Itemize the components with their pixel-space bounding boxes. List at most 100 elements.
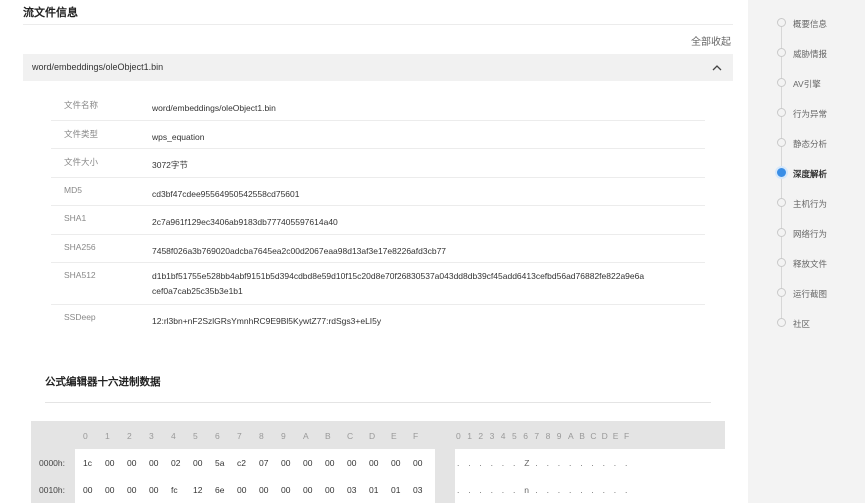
hex-byte: 00	[369, 458, 379, 468]
ascii-col-header: C	[590, 431, 597, 441]
ascii-char: .	[546, 458, 549, 468]
main-content: 流文件信息 全部收起 word/embeddings/oleObject1.bi…	[0, 0, 748, 503]
nav-item-label: AV引擎	[793, 79, 821, 89]
hex-byte: c2	[237, 458, 246, 468]
ascii-char: .	[501, 485, 505, 495]
hex-row-address: 0010h:	[39, 485, 65, 495]
ascii-col-header: F	[624, 431, 630, 441]
ascii-char: .	[457, 458, 460, 468]
hex-byte: 03	[347, 485, 357, 495]
ascii-char: .	[613, 485, 617, 495]
ascii-char: .	[546, 485, 549, 495]
ascii-col-header: E	[612, 431, 619, 441]
hex-row-address: 0000h:	[39, 458, 65, 468]
hex-col-header: 2	[127, 431, 132, 441]
hex-byte: 00	[149, 458, 159, 468]
info-row-md5: MD5 cd3bf47cdee95564950542558cd75601	[51, 178, 705, 206]
ascii-col-header: A	[568, 431, 574, 441]
nav-dot-icon	[777, 168, 786, 177]
hex-byte: 1c	[83, 458, 92, 468]
nav-item-1[interactable]: 威胁情报	[748, 46, 865, 60]
info-value: 12:rl3bn+nF2SzlGRsYmnhRC9E9Bl5KywtZ77:rd…	[152, 316, 382, 326]
ascii-char: .	[557, 458, 561, 468]
ascii-col-header: 6	[523, 431, 528, 441]
info-row-filename: 文件名称 word/embeddings/oleObject1.bin	[51, 92, 705, 121]
hex-byte: 00	[105, 458, 115, 468]
ascii-char: .	[468, 485, 471, 495]
info-value: wps_equation	[152, 131, 205, 142]
ascii-char: .	[580, 458, 583, 468]
info-key: 文件类型	[64, 128, 99, 139]
nav-dot-icon	[777, 48, 786, 57]
ascii-col-header: 2	[478, 431, 484, 441]
nav-item-6[interactable]: 主机行为	[748, 196, 865, 210]
info-key: SSDeep	[64, 312, 96, 322]
hex-byte: 00	[259, 485, 269, 495]
ascii-char: .	[569, 458, 572, 468]
nav-dot-icon	[777, 138, 786, 147]
info-row-ssdeep: SSDeep 12:rl3bn+nF2SzlGRsYmnhRC9E9Bl5Kyw…	[51, 305, 705, 334]
nav-item-label: 威胁情报	[793, 49, 828, 59]
nav-item-label: 社区	[793, 319, 811, 329]
nav-item-2[interactable]: AV引擎	[748, 76, 865, 90]
nav-dot-icon	[777, 318, 786, 327]
nav-item-4[interactable]: 静态分析	[748, 136, 865, 150]
info-row-sha512: SHA512 d1b1bf51755e528bb4abf9151b5d394cd…	[51, 263, 705, 305]
hex-byte: 00	[105, 485, 115, 495]
ascii-char: .	[468, 458, 471, 468]
nav-dot-icon	[777, 258, 786, 267]
info-key: 文件大小	[64, 157, 99, 167]
nav-item-9[interactable]: 运行截图	[748, 286, 865, 300]
ascii-col-header: 7	[534, 431, 540, 441]
hex-byte: 00	[325, 485, 335, 495]
collapse-all-link[interactable]: 全部收起	[691, 33, 731, 48]
hex-byte: 00	[325, 458, 335, 468]
ascii-col-header: 4	[500, 431, 506, 441]
ascii-char: .	[457, 485, 460, 495]
hex-byte: 00	[83, 485, 93, 495]
hex-col-header: 8	[259, 431, 264, 441]
hex-col-header: D	[369, 431, 376, 441]
hex-col-header: B	[325, 431, 331, 441]
nav-item-label: 静态分析	[793, 139, 828, 149]
info-key: MD5	[64, 184, 82, 195]
info-key: SHA1	[64, 213, 87, 223]
hex-byte: 5a	[215, 458, 225, 468]
nav-item-label: 网络行为	[793, 229, 828, 239]
nav-item-5[interactable]: 深度解析	[748, 166, 865, 180]
ascii-col-header: 9	[556, 431, 562, 441]
nav-item-0[interactable]: 概要信息	[748, 16, 865, 30]
nav-item-10[interactable]: 社区	[748, 316, 865, 330]
ascii-char: .	[613, 458, 617, 468]
info-value: 3072字节	[152, 160, 188, 170]
ascii-char: .	[501, 458, 505, 468]
hex-byte: 00	[281, 458, 291, 468]
nav-item-3[interactable]: 行为异常	[748, 106, 865, 120]
info-row-filetype: 文件类型 wps_equation	[51, 121, 705, 149]
file-accordion-header[interactable]: word/embeddings/oleObject1.bin	[23, 54, 733, 81]
sha512-line-2: cef0a7cab25c35b3e1b1	[152, 286, 243, 296]
hex-col-header: 5	[193, 431, 198, 441]
ascii-char: .	[513, 458, 516, 468]
info-key: 文件名称	[64, 100, 99, 110]
nav-dot-icon	[777, 198, 786, 207]
nav-dot-icon	[777, 228, 786, 237]
hex-byte: 00	[281, 485, 291, 495]
hex-byte: 01	[391, 485, 401, 495]
chevron-up-icon[interactable]	[711, 62, 723, 74]
hex-col-header: C	[347, 431, 354, 441]
ascii-col-header: 3	[489, 431, 495, 441]
info-value: d1b1bf51755e528bb4abf9151b5d394cdbd8e59d…	[152, 269, 692, 299]
ascii-char: Z	[524, 458, 530, 468]
nav-item-7[interactable]: 网络行为	[748, 226, 865, 240]
info-key: SHA256	[64, 241, 96, 252]
ascii-char: .	[591, 485, 594, 495]
ascii-char: .	[535, 485, 538, 495]
file-path-label: word/embeddings/oleObject1.bin	[32, 62, 164, 72]
hex-byte: 00	[347, 458, 357, 468]
hex-col-header: A	[303, 431, 309, 441]
nav-item-8[interactable]: 释放文件	[748, 256, 865, 270]
hex-col-header: 0	[83, 431, 88, 441]
ascii-char: .	[490, 485, 493, 495]
nav-item-label: 释放文件	[793, 259, 828, 269]
